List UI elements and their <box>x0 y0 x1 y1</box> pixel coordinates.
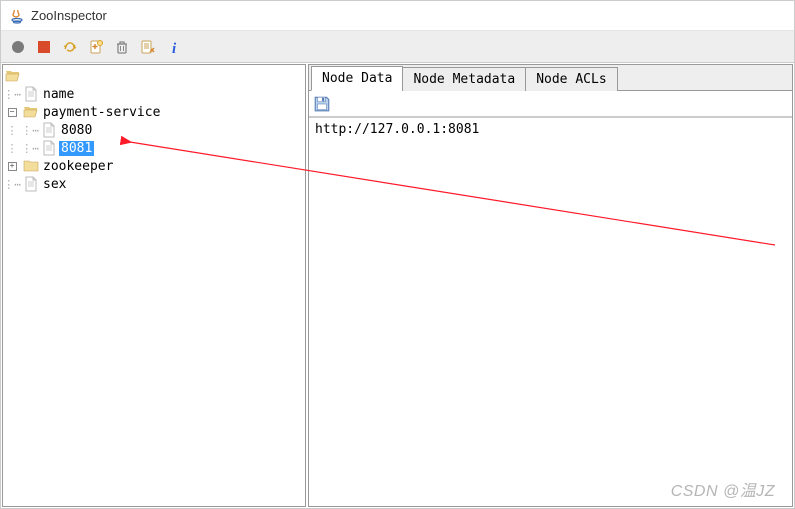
window-title: ZooInspector <box>31 8 107 23</box>
titlebar[interactable]: ZooInspector <box>1 1 794 31</box>
file-icon <box>41 140 57 156</box>
tree-label: name <box>41 87 76 102</box>
tree-node[interactable]: ⋮ ⋮⋯ 8080 <box>3 121 305 139</box>
tree-label: 8080 <box>59 123 94 138</box>
java-icon <box>9 8 25 24</box>
detail-toolbar <box>309 91 792 117</box>
delete-node-button[interactable] <box>111 36 133 58</box>
refresh-button[interactable] <box>59 36 81 58</box>
file-icon <box>23 176 39 192</box>
tree-root[interactable] <box>3 67 305 85</box>
toolbar: i <box>1 31 794 63</box>
node-viewers-button[interactable] <box>137 36 159 58</box>
about-button[interactable]: i <box>163 36 185 58</box>
node-data-value: http://127.0.0.1:8081 <box>315 122 479 137</box>
connect-button[interactable] <box>7 36 29 58</box>
folder-icon <box>23 158 39 174</box>
file-icon <box>23 86 39 102</box>
folder-open-icon <box>5 68 21 84</box>
tree-node[interactable]: − payment-service <box>3 103 305 121</box>
file-icon <box>41 122 57 138</box>
tree-label: zookeeper <box>41 159 115 174</box>
save-button[interactable] <box>313 95 331 113</box>
tree-label: sex <box>41 177 68 192</box>
watermark: CSDN @温JZ <box>671 477 775 501</box>
tree-label: payment-service <box>41 105 162 120</box>
tree-label: 8081 <box>59 141 94 156</box>
node-data-content[interactable]: http://127.0.0.1:8081 <box>309 117 792 506</box>
svg-text:i: i <box>172 41 177 55</box>
tree-node-selected[interactable]: ⋮ ⋮⋯ 8081 <box>3 139 305 157</box>
body: ⋮⋯ name − payment-service ⋮ ⋮⋯ 8080 ⋮ ⋮⋯… <box>1 63 794 508</box>
detail-panel: Node Data Node Metadata Node ACLs http:/… <box>308 64 793 507</box>
window: ZooInspector i ⋮⋯ name − payment-service <box>0 0 795 509</box>
folder-open-icon <box>23 104 39 120</box>
tree-node[interactable]: ⋮⋯ sex <box>3 175 305 193</box>
tree-node[interactable]: ⋮⋯ name <box>3 85 305 103</box>
tree-panel[interactable]: ⋮⋯ name − payment-service ⋮ ⋮⋯ 8080 ⋮ ⋮⋯… <box>2 64 306 507</box>
add-node-button[interactable] <box>85 36 107 58</box>
expand-icon[interactable]: + <box>8 162 17 171</box>
tree-node[interactable]: + zookeeper <box>3 157 305 175</box>
tab-node-data[interactable]: Node Data <box>311 66 403 91</box>
tab-node-metadata[interactable]: Node Metadata <box>402 67 526 91</box>
tabs: Node Data Node Metadata Node ACLs <box>309 65 792 91</box>
disconnect-button[interactable] <box>33 36 55 58</box>
tab-node-acls[interactable]: Node ACLs <box>525 67 617 91</box>
collapse-icon[interactable]: − <box>8 108 17 117</box>
